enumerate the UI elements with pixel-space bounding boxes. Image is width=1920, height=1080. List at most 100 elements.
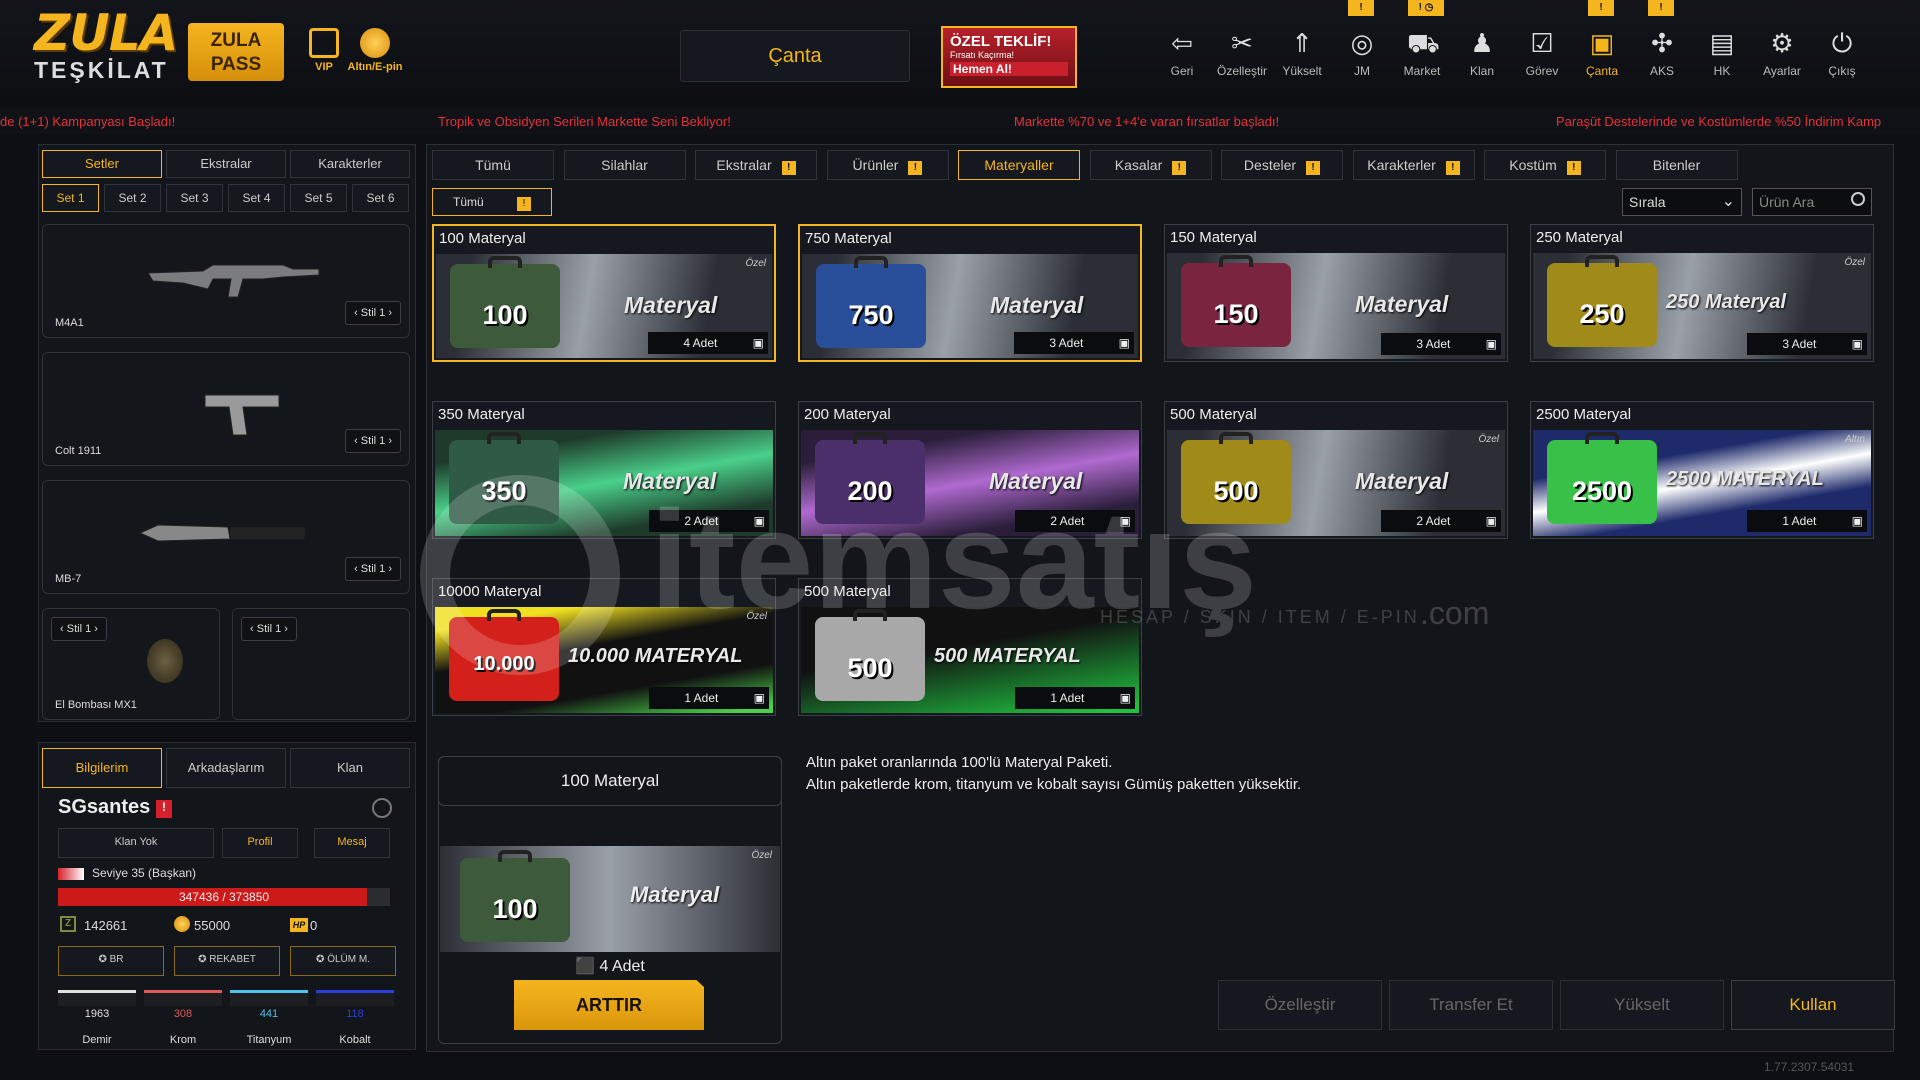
style-selector[interactable]: ‹ Stil 1 › [241,617,297,641]
box-icon: ▣ [1118,336,1130,350]
material-value-box [144,990,222,1006]
nav-bag-button[interactable]: ▣ Çanta [1573,28,1631,78]
special-offer-banner[interactable]: ÖZEL TEKLİF! Fırsatı Kaçırma! Hemen Al! [941,26,1077,88]
mode-br-button[interactable]: ✪ BR [58,946,164,976]
weapon-slot-extra[interactable]: ‹ Stil 1 › [232,608,410,720]
item-title: 500 Materyal [1170,406,1257,423]
weapon-slot-secondary[interactable]: ‹ Stil 1 › Colt 1911 [42,352,410,466]
category-tab-1[interactable]: Silahlar [563,150,686,180]
material-label: Krom [169,1034,197,1046]
increase-button[interactable]: ARTTIR [514,980,704,1030]
case-handle [853,432,887,444]
vip-button[interactable]: VIP [304,28,344,73]
weapon-slot-primary[interactable]: ‹ Stil 1 › M4A1 [42,224,410,338]
category-tab-0[interactable]: Tümü [432,150,554,180]
tab-bilgilerim[interactable]: Bilgilerim [42,748,162,788]
item-card[interactable]: 100 Materyal 100 Materyal Özel 4 Adet ▣ [432,224,776,362]
set-tab-4[interactable]: Set 4 [228,184,285,212]
aks-alert-badge: ! [1648,0,1674,16]
set-tab-6[interactable]: Set 6 [352,184,409,212]
item-word: Materyal [623,468,717,494]
mode-rekabet-button[interactable]: ✪ REKABET [174,946,280,976]
nav-power-button[interactable]: ⏻ Çıkış [1813,28,1871,78]
style-selector[interactable]: ‹ Stil 1 › [345,301,401,325]
style-selector[interactable]: ‹ Stil 1 › [51,617,107,641]
item-card[interactable]: 150 Materyal 150 Materyal 3 Adet ▣ [1164,224,1508,362]
case-number: 350 [481,476,527,506]
category-tab-4[interactable]: Materyaller [958,150,1080,180]
clan-status-button[interactable]: Klan Yok [58,828,214,858]
category-tab-9[interactable]: Bitenler [1615,150,1738,180]
case-image: 500 [1181,432,1291,524]
tab-karakterler[interactable]: Karakterler [290,150,410,178]
item-card[interactable]: 500 Materyal 500 500 MATERYAL 1 Adet ▣ [798,578,1142,716]
category-tab-6[interactable]: Desteler! [1221,150,1343,180]
item-card[interactable]: 2500 Materyal 2500 2500 MATERYAL Altın 1… [1530,401,1874,539]
item-card[interactable]: 10000 Materyal 10.000 10.000 MATERYAL Öz… [432,578,776,716]
weapon-slot-grenade[interactable]: ‹ Stil 1 › El Bombası MX1 [42,608,220,720]
item-card[interactable]: 500 Materyal 500 Materyal Özel 2 Adet ▣ [1164,401,1508,539]
message-button[interactable]: Mesaj [314,828,390,858]
bag-alert-badge: ! [1588,0,1614,16]
tab-klan[interactable]: Klan [290,748,410,788]
weapon-slot-melee[interactable]: ‹ Stil 1 › MB-7 [42,480,410,594]
block-icon[interactable] [372,798,392,818]
gold-epin-label: Altın/E-pin [347,61,403,73]
tab-arkadaslarim[interactable]: Arkadaşlarım [166,748,286,788]
zula-pass-button[interactable]: ZULA PASS [188,23,284,81]
tab-ekstralar[interactable]: Ekstralar [166,150,286,178]
nav-tools-button[interactable]: ✂ Özelleştir [1213,28,1271,78]
nav-gear-button[interactable]: ⚙ Ayarlar [1753,28,1811,78]
nav-label: Yükselt [1282,64,1322,78]
set-tab-3[interactable]: Set 3 [166,184,223,212]
category-tab-8[interactable]: Kostüm! [1484,150,1606,180]
category-tab-7[interactable]: Karakterler! [1352,150,1475,180]
item-card[interactable]: 250 Materyal 250 250 Materyal Özel 3 Ade… [1530,224,1874,362]
grenade-image [147,639,183,683]
upgrade-button[interactable]: Yükselt [1560,980,1724,1030]
pass-line1: ZULA [210,30,262,51]
category-tab-5[interactable]: Kasalar! [1089,150,1212,180]
gold-epin-button[interactable]: Altın/E-pin [342,28,408,73]
subfilter-all[interactable]: Tümü ! [432,188,552,216]
category-tab-2[interactable]: Ekstralar! [695,150,817,180]
nav-cart-button[interactable]: ⛟ Market [1393,28,1451,78]
item-title: 150 Materyal [1170,229,1257,246]
search-input[interactable]: Ürün Ara [1752,188,1872,216]
nav-coins-button[interactable]: ◎ JM [1333,28,1391,78]
item-card[interactable]: 200 Materyal 200 Materyal 2 Adet ▣ [798,401,1142,539]
style-selector[interactable]: ‹ Stil 1 › [345,557,401,581]
style-selector[interactable]: ‹ Stil 1 › [345,429,401,453]
customize-button[interactable]: Özelleştir [1218,980,1382,1030]
nav-clan-button[interactable]: ♟ Klan [1453,28,1511,78]
item-count: 2 Adet ▣ [1381,510,1501,532]
weapon-name: El Bombası MX1 [55,699,137,711]
set-tab-2[interactable]: Set 2 [104,184,161,212]
set-tab-5[interactable]: Set 5 [290,184,347,212]
box-icon: ▣ [1851,514,1863,528]
item-count-text: 1 Adet [684,691,719,705]
nav-network-button[interactable]: ✣ AKS [1633,28,1691,78]
nav-wallet-button[interactable]: ▤ HK [1693,28,1751,78]
profile-button[interactable]: Profil [222,828,298,858]
set-tab-1[interactable]: Set 1 [42,184,99,212]
item-card[interactable]: 350 Materyal 350 Materyal 2 Adet ▣ [432,401,776,539]
case-number: 2500 [1571,476,1633,506]
nav-clipboard-button[interactable]: ☑ Görev [1513,28,1571,78]
use-button[interactable]: Kullan [1731,980,1895,1030]
offer-cta: Hemen Al! [950,62,1068,76]
category-tab-3[interactable]: Ürünler! [826,150,949,180]
nav-back-button[interactable]: ⇦ Geri [1153,28,1211,78]
tab-setler[interactable]: Setler [42,150,162,178]
page-title: Çanta [680,30,910,82]
mode-olum-button[interactable]: ✪ ÖLÜM M. [290,946,396,976]
case-image: 150 [1181,255,1291,347]
item-card[interactable]: 750 Materyal 750 Materyal 3 Adet ▣ [798,224,1142,362]
transfer-button[interactable]: Transfer Et [1389,980,1553,1030]
nav-upgrade-button[interactable]: ⇑ Yükselt [1273,28,1331,78]
ticker-item: de (1+1) Kampanyası Başladı! [0,114,176,129]
item-word: 500 MATERYAL [934,645,1081,667]
mode-label: REKABET [209,954,256,965]
level-text: Seviye 35 (Başkan) [92,866,197,880]
sort-dropdown[interactable]: Sırala ⌄ [1622,188,1742,216]
